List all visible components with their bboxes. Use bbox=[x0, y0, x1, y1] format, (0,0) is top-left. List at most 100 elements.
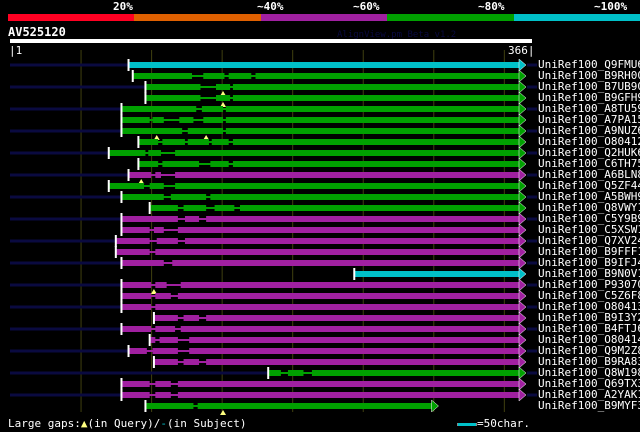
unaligned-region bbox=[10, 195, 122, 199]
hit-end-arrow-icon bbox=[518, 234, 527, 248]
unaligned-region bbox=[10, 151, 109, 155]
hit-start-tick bbox=[137, 158, 140, 170]
unaligned-region bbox=[527, 239, 537, 243]
alignment-segment bbox=[121, 117, 150, 123]
alignment-segment bbox=[255, 73, 520, 79]
alignment-segment bbox=[132, 73, 193, 79]
hit-end-arrow-icon bbox=[518, 212, 527, 226]
alignment-segment bbox=[214, 205, 235, 211]
alignment-segment bbox=[175, 183, 519, 189]
hit-end-arrow-icon bbox=[518, 135, 527, 149]
alignment-segment bbox=[145, 84, 201, 90]
alignment-segment bbox=[145, 403, 194, 409]
alignment-segment bbox=[183, 359, 200, 365]
hit-end-arrow-icon bbox=[518, 278, 527, 292]
unaligned-region bbox=[10, 63, 129, 67]
hit-end-arrow-icon bbox=[518, 245, 527, 259]
unaligned-region bbox=[10, 129, 122, 133]
hit-end-arrow-icon bbox=[518, 91, 527, 105]
alignment-segment bbox=[206, 359, 519, 365]
alignment-segment bbox=[153, 227, 164, 233]
hit-start-tick bbox=[127, 59, 130, 71]
alignment-segment bbox=[108, 150, 146, 156]
alignment-segment bbox=[108, 183, 145, 189]
alignment-segment bbox=[216, 95, 231, 101]
alignment-segment bbox=[197, 403, 432, 409]
unaligned-region bbox=[527, 173, 537, 177]
large-gaps-legend: Large gaps:▲(in Query)/-(in Subject) bbox=[8, 417, 246, 430]
hit-end-arrow-icon bbox=[518, 124, 527, 138]
hit-end-arrow-icon bbox=[518, 190, 527, 204]
subject-gap-icon: - bbox=[160, 417, 167, 430]
hit-start-tick bbox=[267, 367, 270, 379]
in-query-label: (in Query)/ bbox=[87, 417, 161, 430]
alignment-segment bbox=[177, 381, 519, 387]
hit-end-arrow-icon bbox=[518, 311, 527, 325]
hit-start-tick bbox=[120, 191, 123, 203]
alignment-segment bbox=[155, 326, 176, 332]
hit-label[interactable]: UniRef100_B9MYF3 bbox=[538, 400, 640, 411]
unaligned-region bbox=[10, 393, 122, 397]
alignment-segment bbox=[152, 117, 164, 123]
hit-end-arrow-icon bbox=[518, 300, 527, 314]
hit-start-tick bbox=[120, 257, 123, 269]
alignment-segment bbox=[311, 370, 519, 376]
hit-end-arrow-icon bbox=[518, 355, 527, 369]
alignment-segment bbox=[128, 172, 152, 178]
alignment-segment bbox=[203, 73, 225, 79]
hit-start-tick bbox=[144, 81, 147, 93]
alignment-segment bbox=[175, 172, 519, 178]
hit-end-arrow-icon bbox=[431, 399, 439, 413]
alignment-segment bbox=[201, 106, 224, 112]
alignment-segment bbox=[184, 238, 519, 244]
unaligned-region bbox=[527, 305, 537, 309]
hit-start-tick bbox=[114, 235, 117, 247]
scale-bar-icon bbox=[457, 422, 477, 426]
hit-start-tick bbox=[127, 169, 130, 181]
alignment-segment bbox=[206, 216, 519, 222]
alignment-segment bbox=[152, 348, 178, 354]
alignment-segment bbox=[172, 260, 520, 266]
alignment-segment bbox=[121, 128, 183, 134]
alignment-segment bbox=[175, 150, 519, 156]
alignment-segment bbox=[183, 315, 200, 321]
alignment-segment bbox=[121, 106, 197, 112]
unaligned-region bbox=[10, 283, 122, 287]
alignment-segment bbox=[183, 205, 207, 211]
alignment-segment bbox=[203, 117, 224, 123]
scale-legend: =50char. bbox=[457, 417, 530, 430]
unaligned-region bbox=[10, 261, 122, 265]
alignment-segment bbox=[184, 216, 200, 222]
alignment-segment bbox=[189, 348, 520, 354]
unaligned-region bbox=[527, 63, 537, 67]
hit-end-arrow-icon bbox=[518, 344, 527, 358]
hit-end-arrow-icon bbox=[518, 113, 527, 127]
alignment-segment bbox=[153, 315, 178, 321]
query-gap-marker-icon bbox=[220, 410, 227, 415]
alignment-segment bbox=[128, 62, 519, 68]
alignment-segment bbox=[115, 249, 150, 255]
unaligned-region bbox=[527, 217, 537, 221]
alignment-segment bbox=[232, 84, 519, 90]
alignment-segment bbox=[228, 73, 252, 79]
alignment-segment bbox=[210, 161, 229, 167]
hit-start-tick bbox=[144, 400, 147, 412]
hit-end-arrow-icon bbox=[518, 168, 527, 182]
alignment-segment bbox=[121, 381, 150, 387]
hit-start-tick bbox=[148, 202, 151, 214]
unaligned-region bbox=[10, 107, 122, 111]
hit-start-tick bbox=[107, 180, 110, 192]
hit-start-tick bbox=[144, 92, 147, 104]
hit-start-tick bbox=[107, 147, 110, 159]
alignment-segment bbox=[155, 392, 171, 398]
alignment-segment bbox=[268, 370, 281, 376]
unaligned-region bbox=[10, 327, 122, 331]
alignment-segment bbox=[211, 139, 229, 145]
alignment-segment bbox=[177, 227, 519, 233]
unaligned-region bbox=[10, 371, 269, 375]
unaligned-region bbox=[527, 349, 537, 353]
unaligned-region bbox=[527, 261, 537, 265]
hit-start-tick bbox=[120, 114, 123, 126]
alignment-segment bbox=[121, 304, 152, 310]
alignment-segment bbox=[239, 205, 519, 211]
